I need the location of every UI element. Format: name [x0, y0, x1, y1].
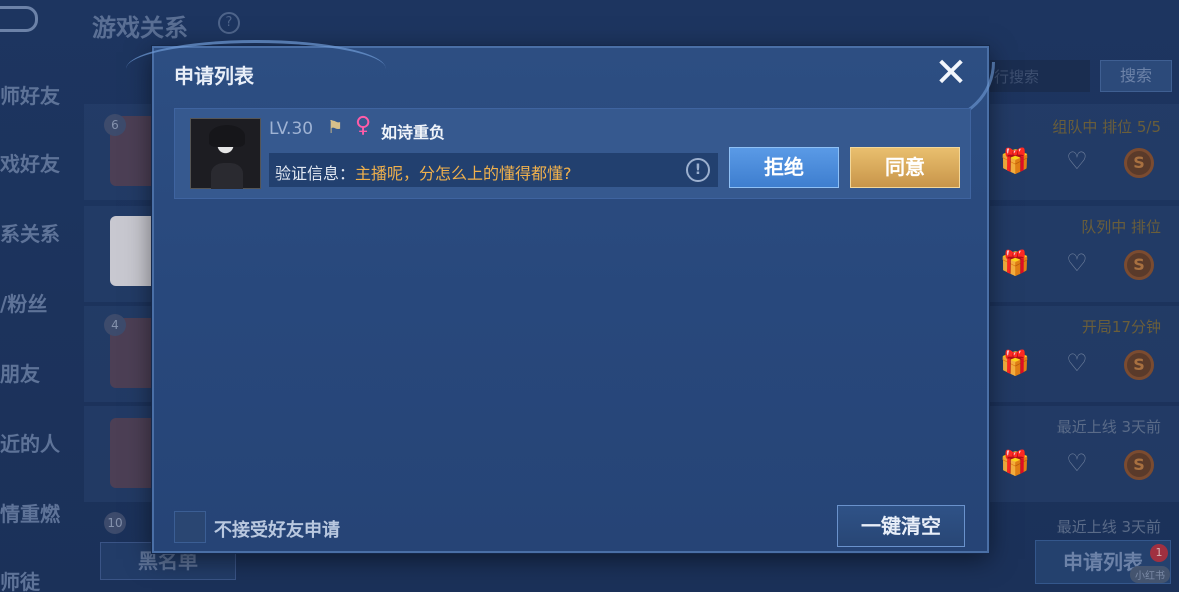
- sidebar-item-relations[interactable]: 系关系: [0, 218, 60, 247]
- back-button[interactable]: [0, 6, 38, 32]
- heart-icon[interactable]: ♡: [1062, 348, 1092, 378]
- clear-all-button[interactable]: 一键清空: [837, 505, 965, 547]
- verify-label: 验证信息：: [275, 164, 356, 183]
- status-text: 组队中 排位 5/5: [1052, 118, 1161, 136]
- search-button[interactable]: 搜索: [1100, 60, 1172, 92]
- rank-banner-icon: ⚑: [327, 117, 344, 138]
- avatar[interactable]: [190, 118, 261, 189]
- gift-icon[interactable]: 🎁: [1000, 348, 1030, 378]
- page-title: 游戏关系: [92, 14, 188, 42]
- sidebar-item-nearby[interactable]: 近的人: [0, 428, 60, 457]
- gift-icon[interactable]: 🎁: [1000, 248, 1030, 278]
- dialog-title: 申请列表: [174, 64, 254, 88]
- notification-badge: 1: [1150, 544, 1168, 562]
- sidebar-item-mentor[interactable]: 师徒: [0, 566, 40, 592]
- coin-icon[interactable]: S: [1124, 148, 1154, 178]
- verify-message-box: 验证信息：主播呢，分怎么上的懂得都懂? !: [269, 153, 718, 187]
- sidebar-item-fans[interactable]: /粉丝: [0, 288, 47, 317]
- status-text: 最近上线 3天前: [1056, 418, 1161, 436]
- help-icon[interactable]: ?: [218, 12, 240, 34]
- female-icon: ♀: [355, 113, 372, 138]
- apply-list-dialog: 申请列表 ✕ LV.30 ⚑ ♀ 如诗重负 验证信息：主播呢，分怎么上的懂得都懂…: [126, 40, 995, 553]
- reject-button[interactable]: 拒绝: [729, 147, 839, 188]
- accept-button[interactable]: 同意: [850, 147, 960, 188]
- coin-icon[interactable]: S: [1124, 450, 1154, 480]
- coin-icon[interactable]: S: [1124, 350, 1154, 380]
- status-text: 开局17分钟: [1081, 318, 1161, 336]
- sidebar-item-friends[interactable]: 师好友: [0, 80, 60, 109]
- decline-all-label: 不接受好友申请: [214, 520, 340, 541]
- close-icon[interactable]: ✕: [933, 53, 969, 93]
- friend-request-row: LV.30 ⚑ ♀ 如诗重负 验证信息：主播呢，分怎么上的懂得都懂? ! 拒绝 …: [174, 108, 971, 199]
- gift-icon[interactable]: 🎁: [1000, 448, 1030, 478]
- player-level: LV.30: [269, 119, 314, 139]
- status-text: 队列中 排位: [1081, 218, 1161, 236]
- heart-icon[interactable]: ♡: [1062, 146, 1092, 176]
- level-badge: 6: [104, 114, 126, 136]
- report-icon[interactable]: !: [686, 158, 710, 182]
- watermark: 小红书: [1130, 566, 1170, 583]
- sidebar-item-game-friends[interactable]: 戏好友: [0, 148, 60, 177]
- level-badge: 4: [104, 314, 126, 336]
- decorative-swirl: [126, 40, 386, 98]
- sidebar-item-friends2[interactable]: 朋友: [0, 358, 40, 387]
- search-input[interactable]: 行搜索: [990, 60, 1090, 92]
- gift-icon[interactable]: 🎁: [1000, 146, 1030, 176]
- sidebar-item-rekindle[interactable]: 情重燃: [0, 498, 60, 527]
- decline-all-checkbox[interactable]: [174, 511, 206, 543]
- status-text: 最近上线 3天前: [1056, 518, 1161, 536]
- coin-icon[interactable]: S: [1124, 250, 1154, 280]
- verify-message: 主播呢，分怎么上的懂得都懂?: [355, 164, 572, 183]
- heart-icon[interactable]: ♡: [1062, 248, 1092, 278]
- heart-icon[interactable]: ♡: [1062, 448, 1092, 478]
- player-nickname: 如诗重负: [381, 123, 446, 142]
- level-badge: 10: [104, 512, 126, 534]
